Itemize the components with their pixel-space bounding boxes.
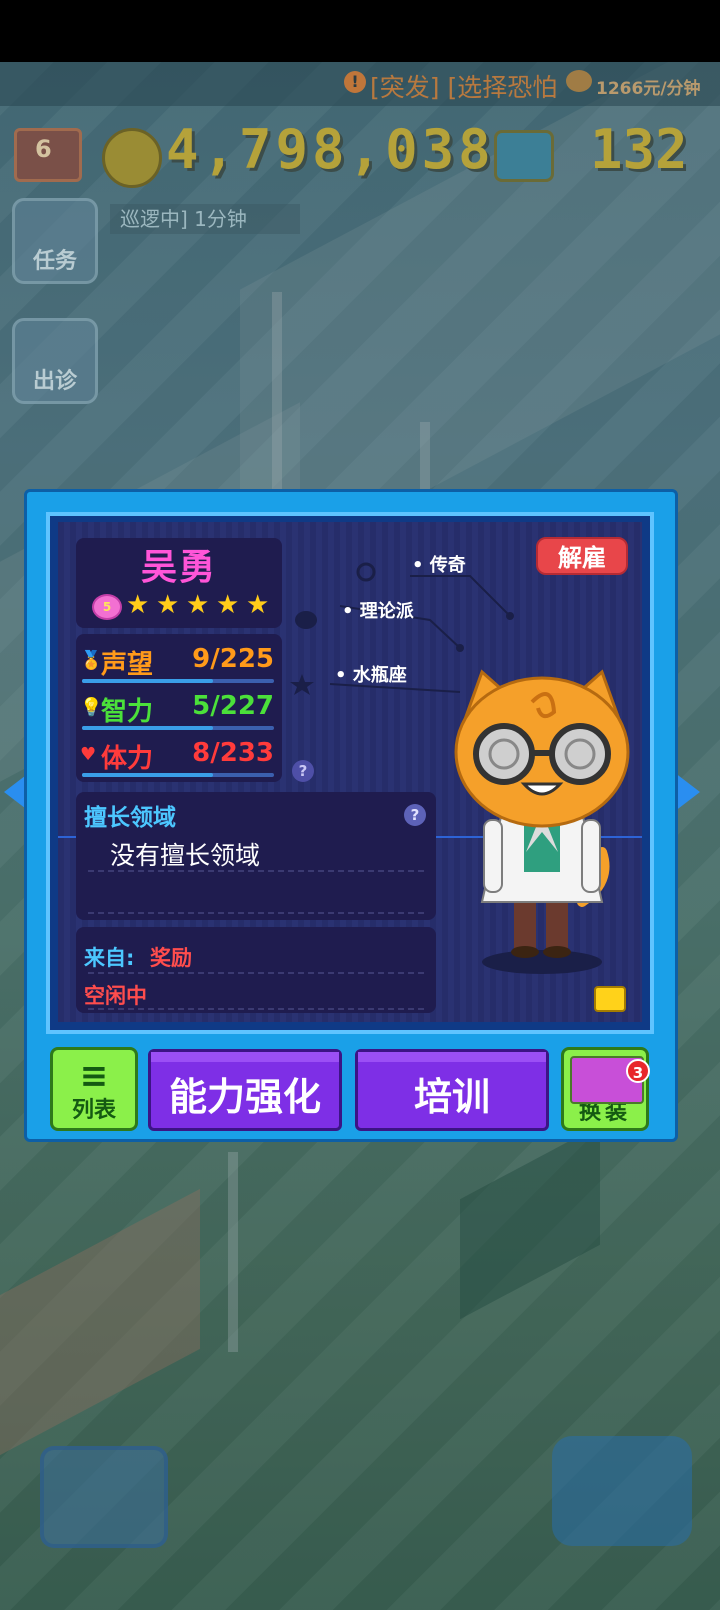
star-icon: ★: [126, 590, 150, 620]
trait-label: 传奇: [429, 555, 466, 576]
patrol-status: 巡逻中] 1分钟: [110, 204, 300, 234]
stat-progress-bar: [82, 679, 274, 683]
stat-progress-fill: [82, 773, 213, 777]
stat-value: 9/225: [192, 644, 274, 674]
trait-aquarius: • 水瓶座: [335, 665, 407, 686]
star-icon: [290, 674, 314, 695]
trait-label: 水瓶座: [352, 665, 407, 686]
stethoscope-icon: [356, 562, 376, 582]
piggy-bank-icon: [566, 70, 592, 92]
doctor-cat-avatar: [454, 669, 630, 974]
stat-label: 声望: [101, 650, 154, 680]
stat-progress-bar: [82, 773, 274, 777]
divider: [88, 972, 424, 974]
doctor-name: 吴勇: [140, 547, 217, 588]
specialty-title: 擅长领域: [84, 805, 176, 831]
cat-head-icon: [295, 611, 317, 629]
origin-value: 奖励: [150, 946, 192, 970]
star-icon: ★: [246, 590, 270, 620]
income-rate: 1266元/分钟: [596, 79, 701, 99]
outcall-label: 出诊: [32, 369, 77, 394]
stats-help-icon[interactable]: ?: [292, 760, 314, 782]
stat-progress-bar: [82, 726, 274, 730]
specialty-help-icon[interactable]: ?: [404, 804, 426, 826]
fire-button[interactable]: 解雇: [536, 537, 628, 575]
lightbulb-icon: 💡: [80, 697, 103, 718]
gem-counter: 132: [590, 118, 688, 181]
news-ticker[interactable]: ! [突发] [选择恐怕 1266元/分钟: [0, 62, 720, 106]
star-icon: ★: [156, 590, 180, 620]
enhance-button[interactable]: 能力强化: [148, 1049, 342, 1131]
money-counter: 4,798,038: [166, 118, 495, 181]
level-number: 6: [35, 135, 52, 163]
cat-basket-icon[interactable]: [552, 1436, 692, 1546]
trait-theorist: • 理论派: [342, 601, 414, 622]
train-button[interactable]: 培训: [355, 1049, 549, 1131]
star-icon: ★: [186, 590, 210, 620]
list-label: 列表: [71, 1098, 116, 1123]
outcall-button[interactable]: 出诊: [12, 318, 98, 404]
list-icon: ≡: [79, 1056, 109, 1096]
fish-tank-icon[interactable]: [494, 130, 554, 182]
doctor-status: 空闲中: [84, 984, 147, 1008]
coin-icon: [102, 128, 162, 188]
trait-label: 理论派: [359, 601, 414, 622]
stat-value: 8/233: [192, 738, 274, 768]
heart-icon: ♥: [80, 744, 97, 765]
origin-label: 来自:: [84, 946, 135, 970]
divider: [88, 1008, 424, 1010]
stat-label: 体力: [101, 744, 154, 774]
level-badge[interactable]: 6: [14, 128, 82, 182]
lock-icon[interactable]: [594, 986, 626, 1012]
stat-progress-fill: [82, 679, 213, 683]
status-bar: [0, 0, 720, 62]
star-icon: ★: [216, 590, 240, 620]
alert-icon: !: [344, 71, 366, 93]
task-button[interactable]: 任务: [12, 198, 98, 284]
stat-value: 5/227: [192, 691, 274, 721]
medal-icon: 🏅: [80, 650, 103, 671]
list-button[interactable]: ≡ 列表: [50, 1047, 138, 1131]
news-text: [突发] [选择恐怕: [370, 73, 558, 102]
main-menu-icon[interactable]: [40, 1446, 168, 1548]
notification-badge: 3: [626, 1059, 650, 1083]
task-label: 任务: [32, 249, 77, 274]
stat-progress-fill: [82, 726, 213, 730]
divider: [88, 870, 424, 872]
rank-badge-icon: 5: [92, 594, 122, 620]
divider: [88, 912, 424, 914]
specialty-value: 没有擅长领域: [110, 841, 261, 870]
stat-label: 智力: [101, 697, 154, 727]
trait-legend: • 传奇: [412, 555, 466, 576]
